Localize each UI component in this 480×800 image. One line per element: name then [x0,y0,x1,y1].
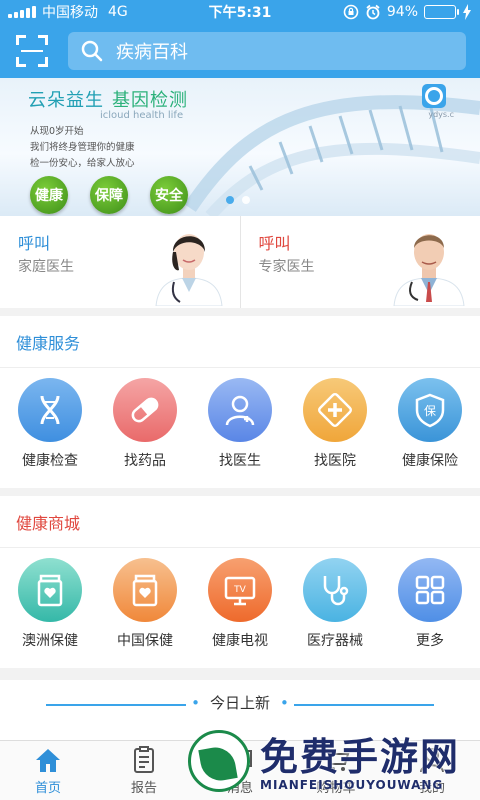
mall-medical-devices[interactable]: 医疗器械 [299,558,371,650]
tab-label: 报告 [130,781,157,796]
signal-icon [8,6,36,18]
mall-label: 澳洲保健 [22,633,78,649]
specialist-doctor-card[interactable]: 呼叫 专家医生 [239,216,480,308]
banner-subtitle: icloud health life [100,110,184,121]
call-label: 呼叫 [258,234,291,253]
jar-icon [113,558,177,622]
mall-label: 医疗器械 [307,633,363,649]
banner-logo-text: ydys.c [428,110,454,119]
service-find-doctor[interactable]: 找医生 [204,378,276,470]
today-new-title: 今日上新 [0,692,480,713]
banner-badges: 健康 保障 安全 [30,176,188,214]
mall-australia-health[interactable]: 澳洲保健 [14,558,86,650]
carrier-name: 中国移动 [42,5,98,21]
grid-icon [398,558,462,622]
charging-icon [463,4,471,20]
promo-banner[interactable]: 云朵益生 基因检测 icloud health life 从现0岁开始 我们将终身… [0,78,480,216]
banner-title: 云朵益生 基因检测 [28,90,188,111]
doctor-call-row: 呼叫 家庭医生 呼叫 专家医生 [0,216,480,308]
service-find-hospital[interactable]: 找医院 [299,378,371,470]
service-label: 找医生 [219,453,261,469]
dna-icon [18,378,82,442]
svg-text:TV: TV [233,585,246,595]
stethoscope-icon [303,558,367,622]
watermark-url: MIANFEISHOUYOUWANG [260,778,444,792]
service-find-medicine[interactable]: 找药品 [109,378,181,470]
tv-icon: TV [208,558,272,622]
hospital-icon [303,378,367,442]
battery-icon [424,5,459,19]
network-type: 4G [108,4,128,20]
section-title: 健康服务 [0,316,480,368]
scan-icon[interactable] [14,33,50,69]
top-bar: 中国移动 4G 下午5:31 94% 疾病百科 [0,0,480,78]
female-doctor-avatar [154,234,223,306]
battery-percent: 94% [386,4,418,20]
search-input[interactable]: 疾病百科 [68,32,466,70]
header: 疾病百科 [0,24,480,78]
service-label: 健康检查 [22,453,78,469]
status-bar: 中国移动 4G 下午5:31 94% [0,0,480,24]
insurance-shield-icon: 保 [398,378,462,442]
banner-text: 从现0岁开始 我们将终身管理你的健康 检一份安心，给家人放心 [30,126,135,169]
service-label: 找医院 [314,453,356,469]
mall-china-health[interactable]: 中国保健 [109,558,181,650]
service-label: 找药品 [124,453,166,469]
mall-more[interactable]: 更多 [394,558,466,650]
call-label: 呼叫 [18,234,51,253]
doctor-type: 家庭医生 [18,259,74,275]
badge-health: 健康 [30,176,68,214]
home-icon [36,749,60,772]
mall-health-tv[interactable]: TV 健康电视 [204,558,276,650]
badge-safety: 安全 [150,176,188,214]
mall-label: 更多 [416,633,444,649]
mall-label: 中国保健 [117,633,173,649]
health-service-section: 健康服务 健康检查 找药品 找医生 找医院 保 健康保险 [0,316,480,488]
doctor-icon [208,378,272,442]
banner-logo [422,84,446,108]
watermark-logo [188,730,250,792]
clock: 下午5:31 [208,5,272,21]
family-doctor-card[interactable]: 呼叫 家庭医生 [0,216,240,308]
search-placeholder: 疾病百科 [116,42,188,63]
section-title: 健康商城 [0,496,480,548]
service-health-check[interactable]: 健康检查 [14,378,86,470]
search-icon [81,40,103,62]
alarm-icon [366,4,380,20]
pill-icon [113,378,177,442]
service-label: 健康保险 [402,453,458,469]
carousel-dots[interactable] [226,196,250,204]
tab-label: 首页 [34,781,61,796]
doctor-type: 专家医生 [258,259,315,275]
tab-home[interactable]: 首页 [0,741,96,800]
lock-rotation-icon [343,4,359,20]
mall-label: 健康电视 [212,633,268,649]
badge-protection: 保障 [90,176,128,214]
health-mall-section: 健康商城 澳洲保健 中国保健 TV 健康电视 医疗器械 更多 [0,496,480,668]
site-watermark: 免费手游网 MIANFEISHOUYOUWANG [186,722,480,800]
svg-text:保: 保 [424,404,436,418]
tab-report[interactable]: 报告 [96,741,192,800]
report-icon [134,746,154,773]
service-health-insurance[interactable]: 保 健康保险 [394,378,466,470]
jar-icon [18,558,82,622]
male-doctor-avatar [393,234,465,306]
watermark-title: 免费手游网 [260,735,461,779]
